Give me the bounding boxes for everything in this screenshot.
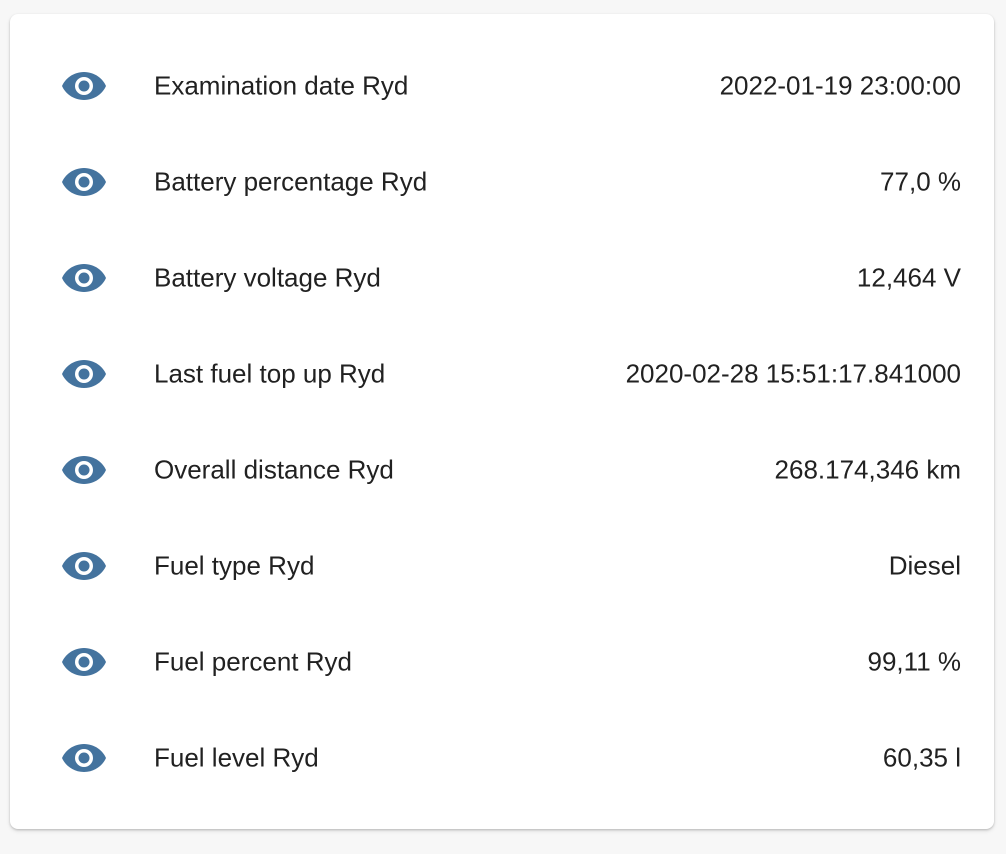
entity-value: Diesel <box>888 550 961 581</box>
eye-icon <box>61 550 107 582</box>
eye-icon <box>61 70 107 102</box>
eye-icon <box>61 646 107 678</box>
eye-icon <box>61 742 107 774</box>
entity-row-examination-date[interactable]: Examination date Ryd 2022-01-19 23:00:00 <box>10 38 994 134</box>
entity-label: Last fuel top up Ryd <box>154 358 386 389</box>
entity-row-battery-percentage[interactable]: Battery percentage Ryd 77,0 % <box>10 134 994 230</box>
entity-row-fuel-level[interactable]: Fuel level Ryd 60,35 l <box>10 710 994 806</box>
entity-value: 77,0 % <box>880 166 961 197</box>
entity-value: 60,35 l <box>882 742 961 773</box>
entity-value: 2022-01-19 23:00:00 <box>719 70 961 101</box>
entity-label: Examination date Ryd <box>154 70 409 101</box>
entity-label: Battery percentage Ryd <box>154 166 428 197</box>
entity-row-fuel-percent[interactable]: Fuel percent Ryd 99,11 % <box>10 614 994 710</box>
entities-card: Examination date Ryd 2022-01-19 23:00:00… <box>10 14 994 829</box>
entity-label: Fuel type Ryd <box>154 550 315 581</box>
entity-row-overall-distance[interactable]: Overall distance Ryd 268.174,346 km <box>10 422 994 518</box>
entity-row-fuel-type[interactable]: Fuel type Ryd Diesel <box>10 518 994 614</box>
entity-value: 99,11 % <box>867 646 961 677</box>
entity-label: Battery voltage Ryd <box>154 262 381 293</box>
entity-row-last-fuel-top-up[interactable]: Last fuel top up Ryd 2020-02-28 15:51:17… <box>10 326 994 422</box>
eye-icon <box>61 166 107 198</box>
entity-row-battery-voltage[interactable]: Battery voltage Ryd 12,464 V <box>10 230 994 326</box>
eye-icon <box>61 454 107 486</box>
entity-value: 12,464 V <box>856 262 961 293</box>
eye-icon <box>61 262 107 294</box>
entity-label: Fuel level Ryd <box>154 742 319 773</box>
entity-label: Overall distance Ryd <box>154 454 394 485</box>
entity-label: Fuel percent Ryd <box>154 646 352 677</box>
entity-value: 2020-02-28 15:51:17.841000 <box>625 358 961 389</box>
entity-value: 268.174,346 km <box>774 454 961 485</box>
entity-list: Examination date Ryd 2022-01-19 23:00:00… <box>10 38 994 806</box>
eye-icon <box>61 358 107 390</box>
